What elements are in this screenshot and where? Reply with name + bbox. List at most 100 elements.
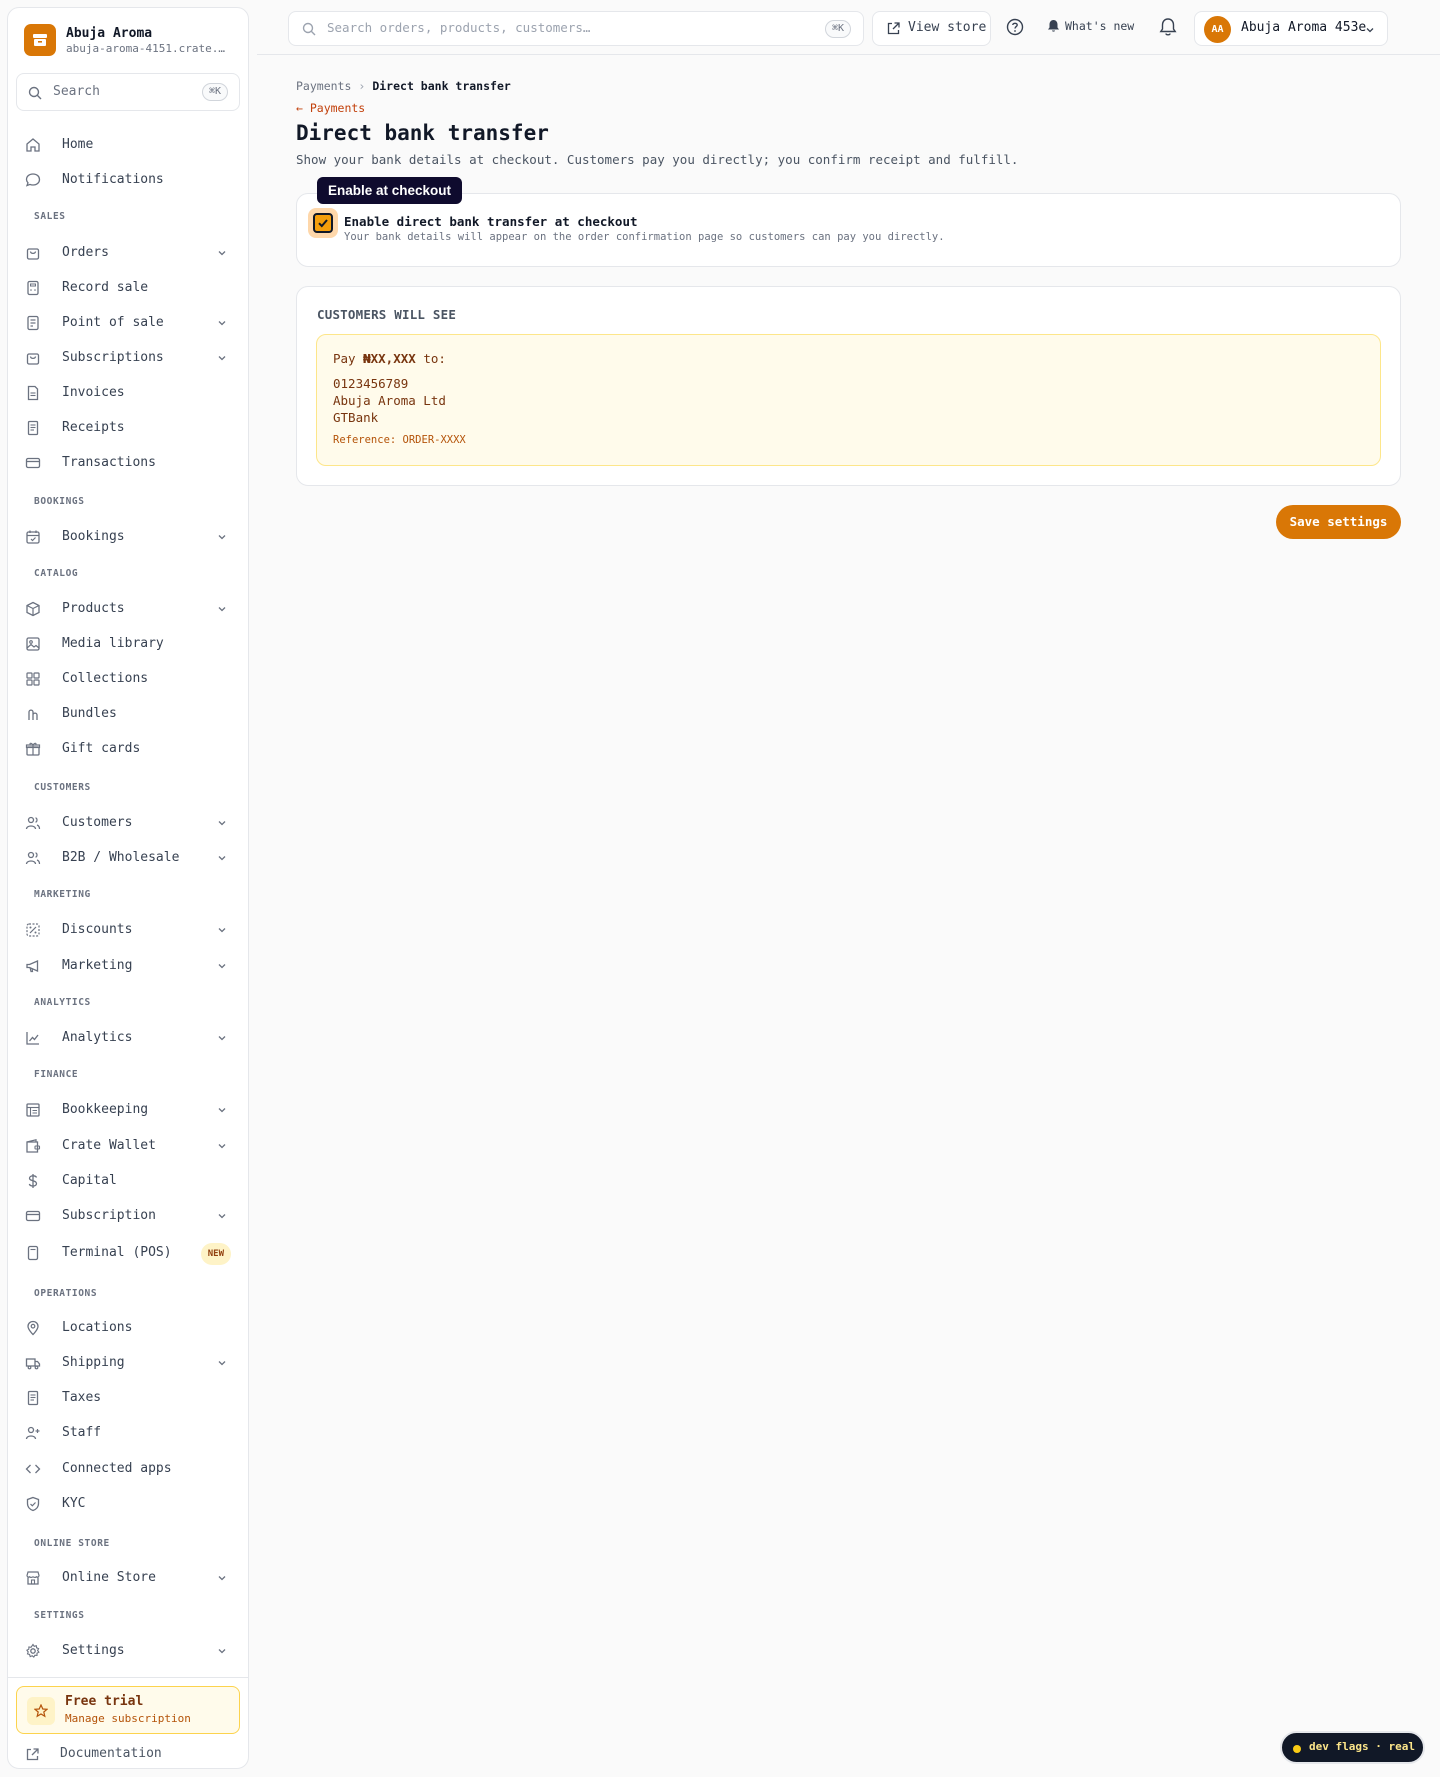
tooltip: Enable at checkout	[317, 177, 463, 204]
store-subdomain: abuja-aroma-4151.crate.t…	[66, 42, 231, 55]
sidebar-item-customers[interactable]: Customers	[16, 808, 240, 838]
chevron-down-icon	[1366, 28, 1374, 33]
sidebar-item-label: Taxes	[62, 1390, 102, 1405]
save-settings-button[interactable]: Save settings	[1276, 505, 1401, 539]
user-plus-icon	[25, 1426, 40, 1440]
sidebar-item-discounts[interactable]: Discounts	[16, 915, 240, 945]
chevron-down-icon	[218, 356, 226, 361]
chevron-down-icon	[218, 1649, 226, 1654]
chevron-down-icon	[218, 928, 226, 933]
view-store-label: View store	[908, 20, 987, 35]
enable-description: Your bank details will appear on the ord…	[344, 231, 945, 243]
dev-flags-toggle[interactable]: dev flags · real	[1280, 1731, 1425, 1764]
enable-label[interactable]: Enable direct bank transfer at checkout	[344, 214, 638, 229]
sidebar-item-terminal-pos[interactable]: Terminal (POS) NEW	[16, 1238, 240, 1268]
store-brand[interactable]: Abuja Aroma abuja-aroma-4151.crate.t…	[24, 24, 234, 64]
truck-icon	[25, 1358, 41, 1370]
receipt-icon	[27, 420, 39, 436]
megaphone-icon	[26, 960, 39, 973]
global-search[interactable]: Search orders, products, customers… ⌘K	[288, 11, 864, 46]
sidebar-item-label: Products	[62, 601, 125, 616]
storefront-icon	[26, 1571, 40, 1585]
manage-subscription-link[interactable]: Manage subscription	[65, 1712, 191, 1725]
store-logo-icon	[24, 24, 56, 56]
sidebar-item-label: Media library	[62, 636, 164, 651]
code-icon	[25, 1464, 41, 1474]
sidebar-item-products[interactable]: Products	[16, 594, 240, 624]
sidebar-item-crate-wallet[interactable]: Crate Wallet	[16, 1131, 240, 1161]
sidebar-item-kyc[interactable]: KYC	[16, 1489, 240, 1519]
bank-name: GTBank	[333, 410, 379, 425]
sidebar-item-label: Collections	[62, 671, 149, 686]
bell-filled-icon	[1048, 20, 1059, 32]
enable-card: Enable at checkout Enable direct bank tr…	[296, 177, 1401, 267]
section-label-finance: FINANCE	[34, 1069, 79, 1080]
sidebar-item-bookings[interactable]: Bookings	[16, 522, 240, 552]
sidebar-item-media-library[interactable]: Media library	[16, 629, 240, 659]
sidebar-item-label: Shipping	[62, 1355, 125, 1370]
gear-icon	[26, 1643, 40, 1658]
free-trial-card[interactable]: Free trial Manage subscription	[16, 1686, 240, 1734]
notifications-bell-icon[interactable]	[1158, 17, 1178, 37]
sidebar-item-connected-apps[interactable]: Connected apps	[16, 1454, 240, 1484]
sidebar-item-shipping[interactable]: Shipping	[16, 1348, 240, 1378]
sidebar-item-subscription[interactable]: Subscription	[16, 1201, 240, 1231]
chat-bubble-icon	[25, 173, 41, 187]
sidebar-item-analytics[interactable]: Analytics	[16, 1023, 240, 1053]
sidebar-item-locations[interactable]: Locations	[16, 1313, 240, 1343]
sidebar-item-label: Transactions	[62, 455, 156, 470]
sidebar-item-b2b-wholesale[interactable]: B2B / Wholesale	[16, 843, 240, 873]
documentation-link[interactable]: Documentation	[16, 1742, 240, 1768]
account-menu[interactable]: AA Abuja Aroma 453e	[1194, 11, 1388, 46]
sidebar-item-bundles[interactable]: Bundles	[16, 699, 240, 729]
sidebar-item-record-sale[interactable]: Record sale	[16, 273, 240, 303]
sidebar-item-home[interactable]: Home	[16, 130, 240, 160]
sidebar-item-staff[interactable]: Staff	[16, 1418, 240, 1448]
external-link-icon	[26, 1748, 39, 1761]
sidebar-item-gift-cards[interactable]: Gift cards	[16, 734, 240, 764]
sidebar-item-label: Home	[62, 137, 94, 152]
view-store-button[interactable]: View store	[872, 11, 991, 46]
sidebar-item-notifications[interactable]: Notifications	[16, 165, 240, 195]
calendar-icon	[26, 530, 40, 544]
chevron-down-icon	[218, 1214, 226, 1219]
checkmark-icon	[318, 219, 328, 228]
sidebar-item-label: Subscription	[62, 1208, 156, 1223]
sidebar-item-capital[interactable]: Capital	[16, 1166, 240, 1196]
payment-reference: Reference: ORDER-XXXX	[333, 434, 466, 446]
section-label-bookings: BOOKINGS	[34, 496, 85, 507]
sidebar-item-receipts[interactable]: Receipts	[16, 413, 240, 443]
sidebar-item-label: Locations	[62, 1320, 133, 1335]
line-chart-icon	[26, 1032, 39, 1045]
documentation-label: Documentation	[60, 1746, 162, 1761]
enable-checkbox[interactable]	[308, 208, 338, 238]
sidebar-item-settings[interactable]: Settings	[16, 1636, 240, 1666]
status-dot-icon	[1293, 1745, 1301, 1753]
back-to-payments-link[interactable]: ← Payments	[296, 101, 365, 115]
sidebar-item-collections[interactable]: Collections	[16, 664, 240, 694]
sidebar-search[interactable]: Search ⌘K	[16, 73, 240, 111]
sidebar-item-invoices[interactable]: Invoices	[16, 378, 240, 408]
sidebar-item-label: Point of sale	[62, 315, 164, 330]
section-label-sales: SALES	[34, 211, 66, 222]
sidebar-item-point-of-sale[interactable]: Point of sale	[16, 308, 240, 338]
search-icon	[28, 85, 42, 104]
sidebar-item-label: Bundles	[62, 706, 117, 721]
breadcrumb-payments[interactable]: Payments	[296, 79, 351, 93]
sidebar-item-marketing[interactable]: Marketing	[16, 951, 240, 981]
sidebar-item-subscriptions[interactable]: Subscriptions	[16, 343, 240, 373]
sidebar-item-online-store[interactable]: Online Store	[16, 1563, 240, 1593]
pay-amount: ₦XX,XXX	[363, 351, 416, 366]
users-icon	[25, 816, 41, 830]
sidebar-item-transactions[interactable]: Transactions	[16, 448, 240, 478]
sidebar-search-shortcut: ⌘K	[201, 83, 228, 101]
sidebar-item-orders[interactable]: Orders	[16, 238, 240, 268]
sidebar-item-label: Terminal (POS)	[62, 1245, 172, 1260]
sidebar-item-bookkeeping[interactable]: Bookkeeping	[16, 1095, 240, 1125]
top-bar: Search orders, products, customers… ⌘K V…	[257, 0, 1440, 55]
dev-flags-label: dev flags · real	[1309, 1740, 1415, 1753]
chevron-down-icon	[218, 1036, 226, 1041]
sidebar-item-label: Orders	[62, 245, 109, 260]
help-icon[interactable]	[1006, 18, 1024, 36]
sidebar-item-taxes[interactable]: Taxes	[16, 1383, 240, 1413]
